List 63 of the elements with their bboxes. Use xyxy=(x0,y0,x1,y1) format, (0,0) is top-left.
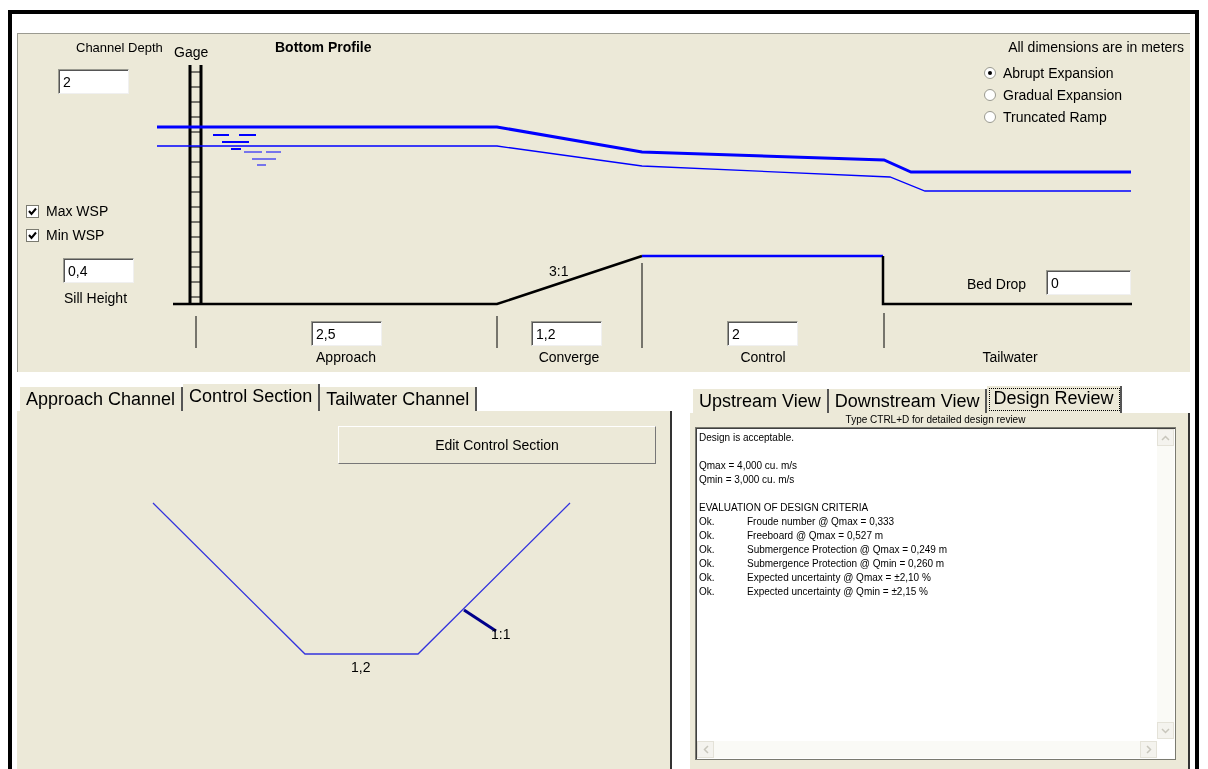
view-tab[interactable]: Upstream View xyxy=(693,389,829,413)
channel-depth-label: Channel Depth xyxy=(76,40,163,55)
section-label: Tailwater xyxy=(982,349,1038,365)
profile-title: Bottom Profile xyxy=(275,39,372,55)
horizontal-scrollbar[interactable] xyxy=(697,741,1157,758)
bed-drop-label: Bed Drop xyxy=(967,276,1027,292)
radio-button[interactable] xyxy=(984,111,996,123)
water-level-symbol xyxy=(212,134,282,166)
criterion-status: Ok. xyxy=(699,515,716,529)
wsp-checkbox[interactable]: Max WSP xyxy=(26,203,109,219)
check-icon xyxy=(28,206,37,216)
section-tab[interactable]: Control Section xyxy=(183,384,321,411)
bottom-width-label: 1,2 xyxy=(351,659,371,675)
review-hint: Type CTRL+D for detailed design review xyxy=(844,413,1027,427)
radio-button[interactable] xyxy=(984,67,996,79)
design-review-textbox[interactable] xyxy=(695,427,1176,760)
criterion-text: Freeboard @ Qmax = 0,527 m xyxy=(747,529,884,543)
bed-drop-field[interactable]: 0 xyxy=(1046,270,1131,295)
review-summary: Design is acceptable. xyxy=(699,431,795,445)
checkbox[interactable] xyxy=(26,204,39,218)
checkbox[interactable] xyxy=(26,228,39,242)
criterion-status: Ok. xyxy=(699,585,716,599)
expansion-radio[interactable]: Gradual Expansion xyxy=(984,87,1123,103)
units-note: All dimensions are in meters xyxy=(1008,39,1184,55)
criteria-heading: EVALUATION OF DESIGN CRITERIA xyxy=(699,501,869,515)
criterion-status: Ok. xyxy=(699,529,716,543)
criterion-text: Expected uncertainty @ Qmax = ±2,10 % xyxy=(747,571,931,585)
criterion-text: Submergence Protection @ Qmin = 0,260 m xyxy=(747,557,945,571)
flow-line: Qmax = 4,000 cu. m/s xyxy=(699,459,798,473)
scroll-down-button[interactable] xyxy=(1157,722,1174,739)
expansion-radio[interactable]: Abrupt Expansion xyxy=(984,65,1123,81)
vertical-scrollbar[interactable] xyxy=(1157,429,1174,739)
criterion-status: Ok. xyxy=(699,557,716,571)
sill-height-field[interactable]: 0,4 xyxy=(63,258,134,283)
radio-button[interactable] xyxy=(984,89,996,101)
criterion-status: Ok. xyxy=(699,571,716,585)
channel-depth-field[interactable]: 2 xyxy=(58,69,129,94)
side-slope-label: 1:1 xyxy=(491,626,511,642)
flow-line: Qmin = 3,000 cu. m/s xyxy=(699,473,795,487)
check-icon xyxy=(28,230,37,240)
criterion-text: Submergence Protection @ Qmax = 0,249 m xyxy=(747,543,947,557)
criterion-status: Ok. xyxy=(699,543,716,557)
criterion-text: Froude number @ Qmax = 0,333 xyxy=(747,515,895,529)
gage-label: Gage xyxy=(174,44,209,60)
scroll-right-button[interactable] xyxy=(1140,741,1157,758)
section-tab[interactable]: Approach Channel xyxy=(20,387,184,411)
slope-ratio-label: 3:1 xyxy=(549,263,569,279)
section-length-field[interactable]: 2 xyxy=(727,321,798,346)
section-label: Converge xyxy=(538,349,600,365)
sill-height-label: Sill Height xyxy=(64,290,128,306)
edit-control-section-button[interactable]: Edit Control Section xyxy=(338,426,656,464)
section-label: Approach xyxy=(316,349,376,365)
scroll-left-button[interactable] xyxy=(697,741,714,758)
wsp-checkbox[interactable]: Min WSP xyxy=(26,227,109,243)
section-length-field[interactable]: 1,2 xyxy=(531,321,602,346)
section-tab[interactable]: Tailwater Channel xyxy=(320,387,478,411)
view-tab[interactable]: Design Review xyxy=(987,386,1122,413)
section-length-field[interactable]: 2,5 xyxy=(311,321,382,346)
scroll-up-button[interactable] xyxy=(1157,429,1174,446)
section-label: Control xyxy=(740,349,786,365)
view-tab[interactable]: Downstream View xyxy=(828,389,988,413)
expansion-radio[interactable]: Truncated Ramp xyxy=(984,109,1123,125)
criterion-text: Expected uncertainty @ Qmin = ±2,15 % xyxy=(747,585,928,599)
